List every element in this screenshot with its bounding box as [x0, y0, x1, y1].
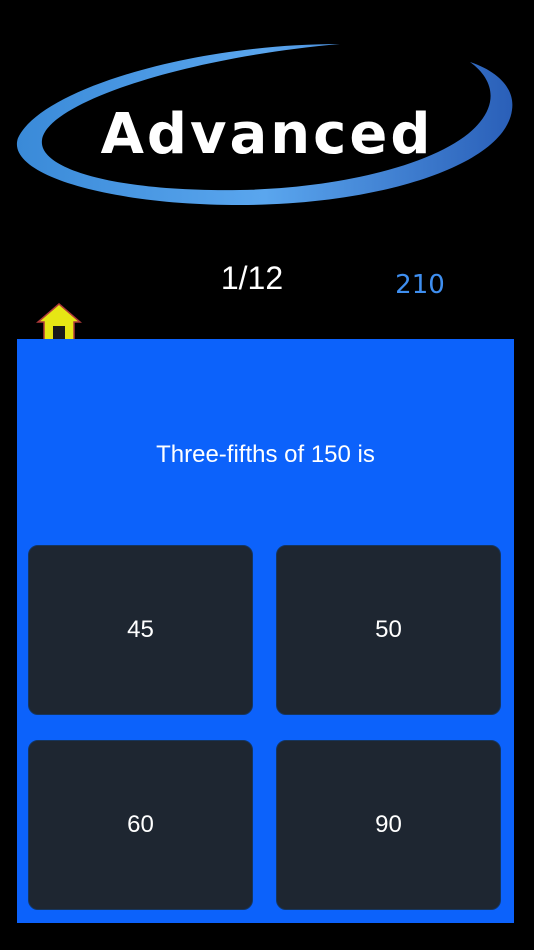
question-panel: Three-fifths of 150 is 45 50 60 90: [17, 339, 514, 923]
answer-button-4[interactable]: 90: [276, 740, 501, 910]
answer-button-2[interactable]: 50: [276, 545, 501, 715]
home-icon: [35, 303, 83, 341]
question-progress: 1/12: [220, 260, 284, 296]
logo-title: Advanced: [100, 102, 434, 167]
answer-button-1[interactable]: 45: [28, 545, 253, 715]
answer-button-3[interactable]: 60: [28, 740, 253, 910]
score-value: 210: [395, 270, 445, 300]
question-text: Three-fifths of 150 is: [156, 441, 375, 468]
home-button[interactable]: [35, 302, 83, 342]
logo: Advanced: [0, 0, 534, 240]
